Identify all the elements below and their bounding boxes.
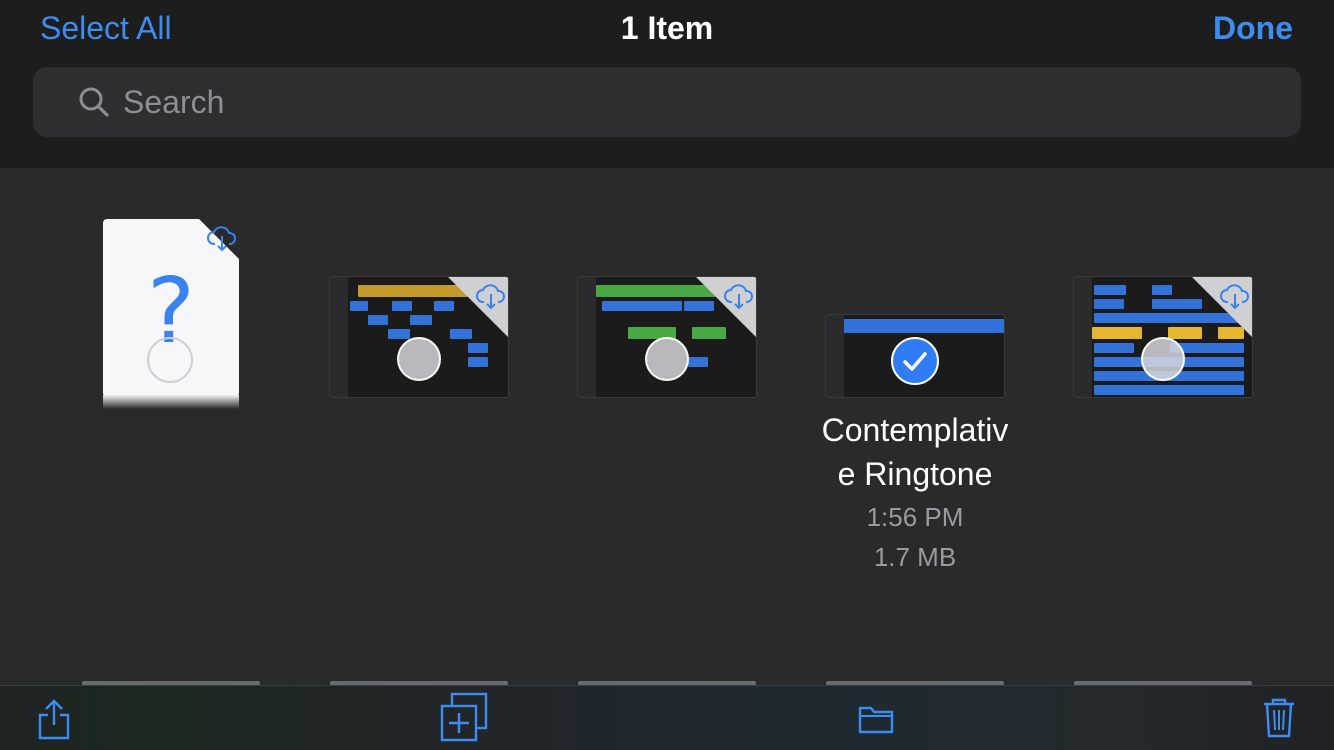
region	[1094, 385, 1244, 395]
page-title: 1 Item	[620, 10, 714, 46]
cloud-download-icon	[207, 226, 236, 252]
search-icon	[77, 85, 111, 119]
region	[1094, 299, 1124, 309]
folder-icon[interactable]	[858, 704, 894, 734]
cloud-download-icon	[724, 284, 753, 310]
region	[1094, 285, 1126, 295]
region	[844, 319, 1004, 333]
file-name-line-2: e Ringtone	[837, 456, 993, 492]
region	[468, 343, 488, 353]
selection-circle[interactable]	[147, 337, 193, 383]
track-header	[1074, 277, 1092, 397]
trash-icon[interactable]	[1262, 696, 1296, 738]
selection-circle[interactable]	[397, 337, 441, 381]
selection-check[interactable]	[891, 337, 939, 385]
region	[1152, 285, 1172, 295]
region	[1092, 327, 1142, 339]
file-name-line-1: Contemplativ	[821, 412, 1009, 448]
navigation-bar: Select All 1 Item Done	[0, 0, 1334, 168]
cloud-download-icon	[476, 284, 505, 310]
share-icon[interactable]	[36, 698, 72, 740]
search-input[interactable]	[123, 83, 1223, 121]
track-header	[578, 277, 596, 397]
track-header	[826, 315, 844, 397]
file-item-project[interactable]	[1073, 276, 1253, 398]
region	[602, 301, 682, 311]
file-time: 1:56 PM	[866, 502, 964, 532]
checkmark-icon	[903, 352, 927, 371]
region	[410, 315, 432, 325]
select-all-button[interactable]: Select All	[40, 10, 172, 47]
file-name: Contemplativ e Ringtone	[795, 408, 1035, 496]
region	[392, 301, 412, 311]
selection-circle[interactable]	[645, 337, 689, 381]
region	[688, 357, 708, 367]
bottom-toolbar	[0, 685, 1334, 750]
cloud-download-icon	[1220, 284, 1249, 310]
file-item-project[interactable]	[329, 276, 509, 398]
file-meta: 1:56 PM 1.7 MB	[795, 497, 1035, 577]
search-bar[interactable]	[33, 67, 1301, 137]
region	[1094, 343, 1134, 353]
file-item-project[interactable]	[577, 276, 757, 398]
file-item-unknown[interactable]: ?	[103, 219, 239, 409]
region	[388, 329, 410, 339]
file-item-contemplative-ringtone[interactable]	[825, 314, 1005, 398]
duplicate-icon[interactable]	[438, 692, 490, 744]
track-header	[330, 277, 348, 397]
selection-circle[interactable]	[1141, 337, 1185, 381]
done-button[interactable]: Done	[1213, 10, 1293, 47]
file-size: 1.7 MB	[873, 542, 957, 572]
region	[350, 301, 368, 311]
region	[468, 357, 488, 367]
document-shadow	[103, 395, 239, 409]
region	[368, 315, 388, 325]
